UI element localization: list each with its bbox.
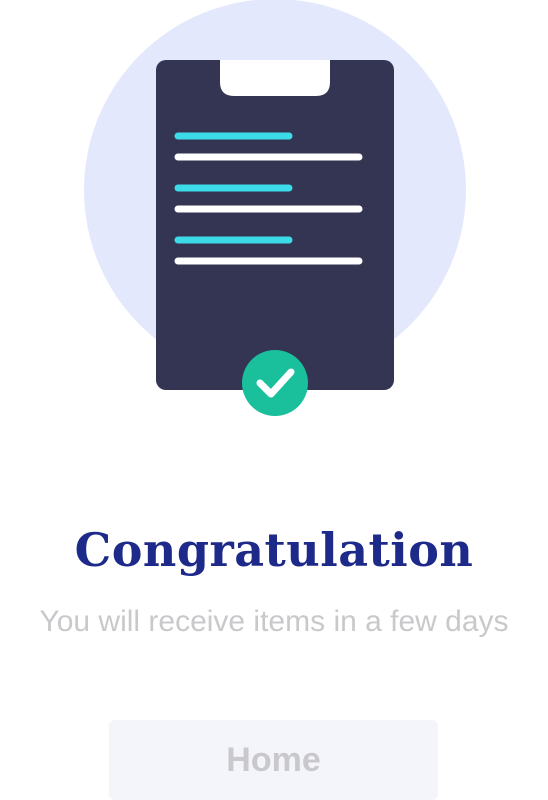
clipboard-icon xyxy=(156,60,394,390)
success-illustration xyxy=(0,0,548,420)
check-circle-icon xyxy=(242,350,308,416)
success-message: You will receive items in a few days xyxy=(39,605,509,638)
page-title: Congratulation xyxy=(74,523,474,577)
home-button[interactable]: Home xyxy=(109,720,438,800)
order-success-screen: Congratulation You will receive items in… xyxy=(0,0,548,800)
